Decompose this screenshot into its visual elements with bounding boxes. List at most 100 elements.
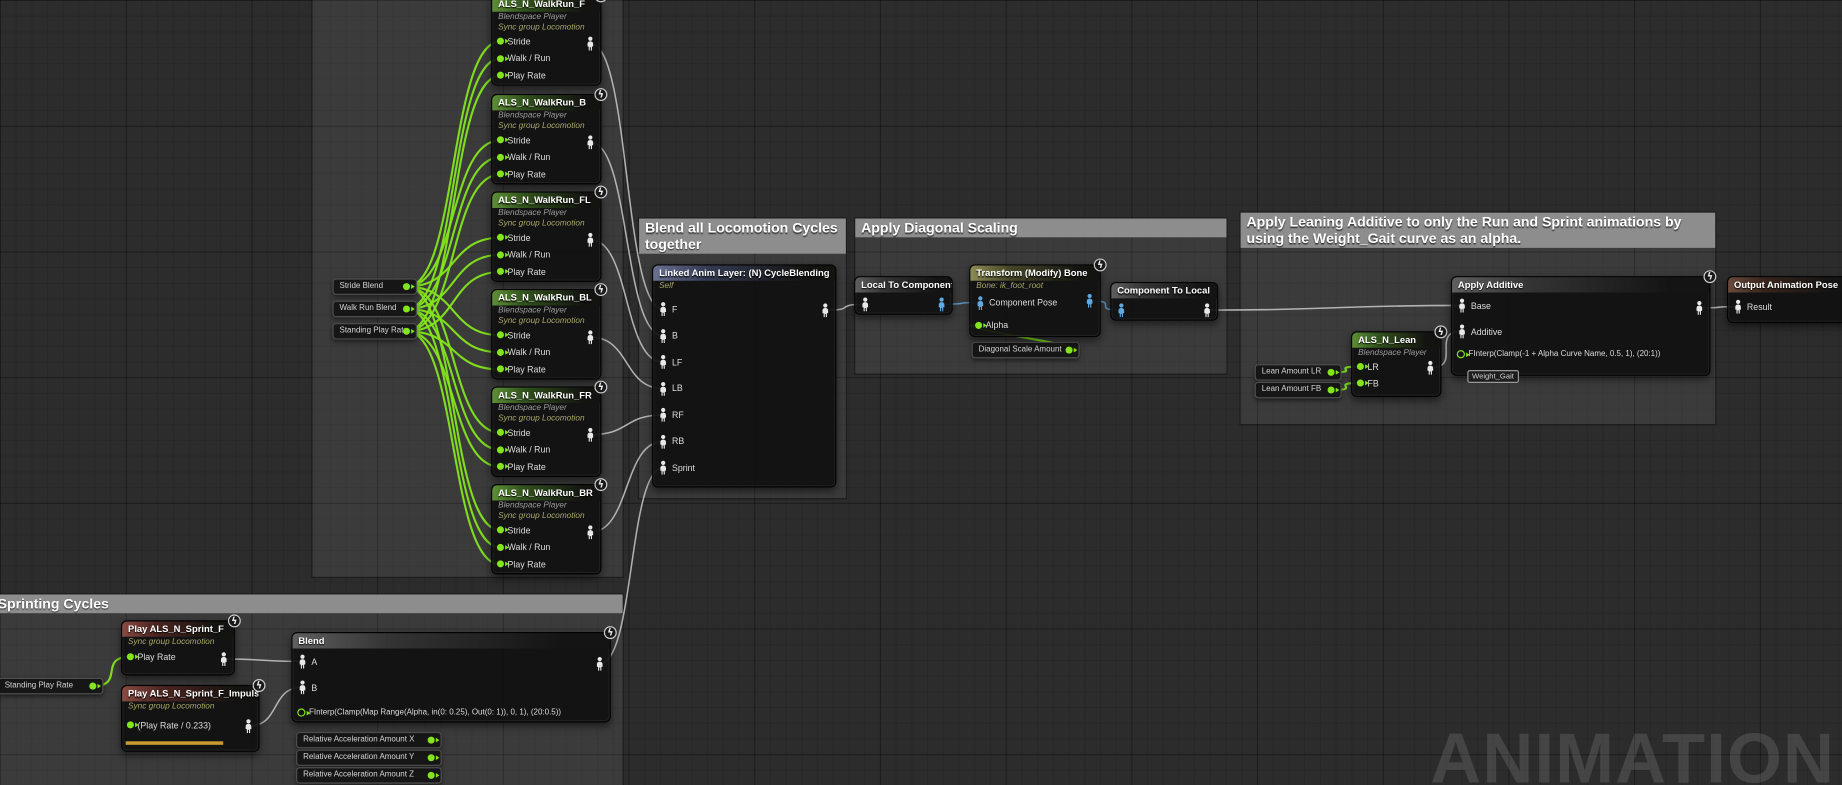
- play-rate-pin[interactable]: [497, 171, 504, 178]
- pose-output-pin[interactable]: [1202, 303, 1213, 317]
- float-output-pin[interactable]: [403, 305, 410, 312]
- pose-output-pin[interactable]: [585, 330, 596, 344]
- pose-input-pin[interactable]: [658, 302, 669, 316]
- alpha-pin[interactable]: [297, 708, 305, 716]
- pill-walk-run-blend[interactable]: Walk Run Blend: [332, 301, 417, 317]
- anim-node-apply-additive[interactable]: Apply Additive Base Additive FInterp(Cla…: [1451, 276, 1711, 376]
- anim-node-linked-anim-layer[interactable]: Linked Anim Layer: (N) CycleBlending Sel…: [652, 264, 836, 487]
- node-sync-group: Sync group Locomotion: [492, 219, 600, 230]
- base-pose-input-pin[interactable]: [1457, 298, 1468, 312]
- play-rate-pin[interactable]: [497, 366, 504, 373]
- pose-input-pin[interactable]: [658, 461, 669, 475]
- pill-relative-acceleration-x[interactable]: Relative Acceleration Amount X: [296, 732, 442, 748]
- walk-run-pin[interactable]: [497, 251, 504, 258]
- pose-input-pin[interactable]: [658, 329, 669, 343]
- pill-lean-amount-fb[interactable]: Lean Amount FB: [1255, 382, 1342, 398]
- pill-lean-amount-lr[interactable]: Lean Amount LR: [1255, 364, 1342, 380]
- pose-output-pin[interactable]: [243, 719, 254, 733]
- result-pose-input-pin[interactable]: [1733, 300, 1744, 314]
- pose-output-pin[interactable]: [1694, 301, 1705, 315]
- float-output-pin[interactable]: [403, 328, 410, 335]
- alpha-pin[interactable]: [1457, 350, 1465, 358]
- pose-output-pin[interactable]: [585, 428, 596, 442]
- stride-pin[interactable]: [497, 137, 504, 144]
- pill-diagonal-scale-amount[interactable]: Diagonal Scale Amount: [972, 342, 1080, 358]
- anim-node-als-n-walkrun-fl[interactable]: ALS_N_WalkRun_FL Blendspace Player Sync …: [491, 191, 601, 281]
- anim-node-blend[interactable]: Blend A B FInterp(Clamp(Map Range(Alpha,…: [291, 632, 611, 722]
- play-rate-pin[interactable]: [497, 463, 504, 470]
- pose-output-pin[interactable]: [594, 657, 605, 671]
- walk-run-pin[interactable]: [497, 446, 504, 453]
- a-pose-input-pin[interactable]: [297, 654, 308, 668]
- anim-node-als-n-lean[interactable]: ALS_N_Lean Blendspace Player LR FB ϟ: [1351, 331, 1441, 397]
- anim-node-play-als-n-sprint-f[interactable]: Play ALS_N_Sprint_F Sync group Locomotio…: [121, 620, 235, 675]
- pill-standing-play-rate[interactable]: Standing Play Rate: [332, 323, 417, 339]
- float-output-pin[interactable]: [1328, 369, 1335, 376]
- float-output-pin[interactable]: [1066, 347, 1073, 354]
- pill-standing-play-rate-sprint[interactable]: Standing Play Rate: [0, 678, 103, 694]
- b-pose-input-pin[interactable]: [297, 680, 308, 694]
- comment-title[interactable]: Apply Leaning Additive to only the Run a…: [1241, 213, 1716, 248]
- pill-stride-blend[interactable]: Stride Blend: [332, 278, 417, 294]
- stride-pin[interactable]: [497, 332, 504, 339]
- comment-title[interactable]: Apply Diagonal Scaling: [855, 219, 1226, 238]
- play-rate-pin[interactable]: [497, 268, 504, 275]
- weight-gait-badge[interactable]: Weight_Gait: [1467, 370, 1518, 383]
- stride-pin[interactable]: [497, 527, 504, 534]
- pose-input-pin[interactable]: [658, 408, 669, 422]
- pose-input-pin[interactable]: [1116, 303, 1127, 317]
- play-rate-pin[interactable]: [127, 721, 134, 728]
- walk-run-pin[interactable]: [497, 55, 504, 62]
- anim-node-component-to-local[interactable]: Component To Local: [1110, 282, 1218, 321]
- float-output-pin[interactable]: [428, 772, 435, 779]
- pill-relative-acceleration-y[interactable]: Relative Acceleration Amount Y: [296, 750, 442, 766]
- comment-title[interactable]: Blend all Locomotion Cycles together: [639, 219, 846, 254]
- pose-input-pin[interactable]: [658, 434, 669, 448]
- pose-output-pin[interactable]: [585, 135, 596, 149]
- pose-output-pin[interactable]: [1425, 361, 1436, 375]
- anim-node-als-n-walkrun-bl[interactable]: ALS_N_WalkRun_BL Blendspace Player Sync …: [491, 289, 601, 379]
- graph-canvas[interactable]: Blend all Locomotion Cycles together App…: [0, 0, 1842, 785]
- play-rate-pin[interactable]: [497, 72, 504, 79]
- pose-output-pin[interactable]: [219, 652, 230, 666]
- anim-node-als-n-walkrun-br[interactable]: ALS_N_WalkRun_BR Blendspace Player Sync …: [491, 484, 601, 574]
- comment-title[interactable]: Sprinting Cycles: [0, 594, 623, 613]
- pose-output-pin[interactable]: [936, 297, 947, 311]
- component-pose-input-pin[interactable]: [975, 295, 986, 309]
- stride-pin[interactable]: [497, 234, 504, 241]
- walk-run-pin[interactable]: [497, 349, 504, 356]
- anim-node-output-animation-pose[interactable]: Output Animation Pose Result: [1727, 276, 1842, 323]
- pose-output-pin[interactable]: [585, 233, 596, 247]
- anim-node-als-n-walkrun-b[interactable]: ALS_N_WalkRun_B Blendspace Player Sync g…: [491, 94, 601, 184]
- pin-label: Base: [1471, 300, 1491, 311]
- float-output-pin[interactable]: [1328, 387, 1335, 394]
- pose-output-pin[interactable]: [585, 525, 596, 539]
- walk-run-pin[interactable]: [497, 154, 504, 161]
- anim-node-als-n-walkrun-fr[interactable]: ALS_N_WalkRun_FR Blendspace Player Sync …: [491, 387, 601, 477]
- pose-input-pin[interactable]: [860, 297, 871, 311]
- lr-pin[interactable]: [1357, 363, 1364, 370]
- float-output-pin[interactable]: [428, 754, 435, 761]
- float-output-pin[interactable]: [403, 283, 410, 290]
- stride-pin[interactable]: [497, 38, 504, 45]
- pose-input-pin[interactable]: [658, 355, 669, 369]
- anim-node-play-als-n-sprint-f-impulse[interactable]: Play ALS_N_Sprint_F_Impulse Sync group L…: [121, 685, 260, 752]
- alpha-pin[interactable]: [975, 321, 982, 328]
- float-output-pin[interactable]: [428, 737, 435, 744]
- play-rate-pin[interactable]: [497, 561, 504, 568]
- pose-input-pin[interactable]: [658, 382, 669, 396]
- pose-output-pin[interactable]: [820, 303, 831, 317]
- play-rate-pin[interactable]: [127, 653, 134, 660]
- anim-node-transform-modify-bone[interactable]: Transform (Modify) Bone Bone: ik_foot_ro…: [969, 264, 1101, 337]
- pill-relative-acceleration-z[interactable]: Relative Acceleration Amount Z: [296, 767, 442, 783]
- anim-node-local-to-component[interactable]: Local To Component: [854, 276, 953, 315]
- anim-node-als-n-walkrun-f[interactable]: ALS_N_WalkRun_F Blendspace Player Sync g…: [491, 0, 601, 86]
- pose-output-pin[interactable]: [585, 36, 596, 50]
- pin-row: Sprint: [653, 455, 835, 481]
- stride-pin[interactable]: [497, 429, 504, 436]
- walk-run-pin[interactable]: [497, 544, 504, 551]
- additive-pose-input-pin[interactable]: [1457, 324, 1468, 338]
- fb-pin[interactable]: [1357, 379, 1364, 386]
- float-output-pin[interactable]: [89, 683, 96, 690]
- pose-output-pin[interactable]: [1084, 294, 1095, 308]
